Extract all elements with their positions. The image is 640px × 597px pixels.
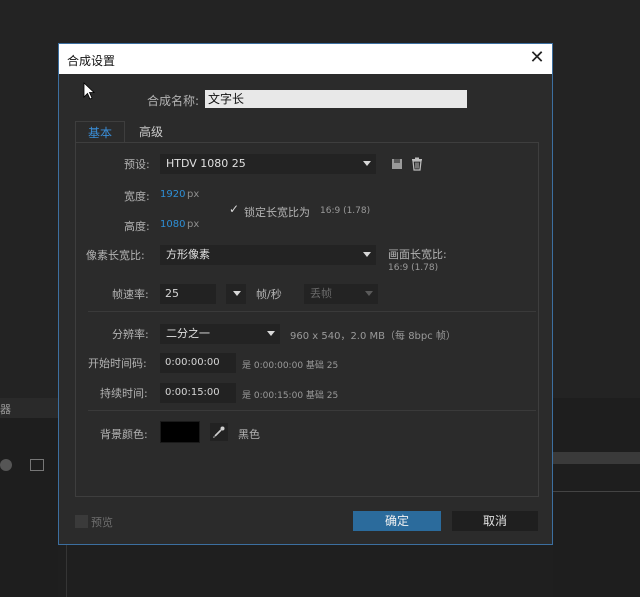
pixel-aspect-value: 方形像素 bbox=[166, 248, 210, 261]
chevron-down-icon bbox=[363, 161, 371, 166]
resolution-dropdown[interactable]: 二分之一 bbox=[160, 324, 280, 344]
separator-1 bbox=[88, 311, 536, 312]
eyedropper-button[interactable] bbox=[210, 423, 228, 441]
basic-tab-panel: 预设: HTDV 1080 25 宽度: 1920 px 高度: 1080 px… bbox=[75, 142, 539, 497]
preset-value: HTDV 1080 25 bbox=[166, 157, 246, 170]
width-unit: px bbox=[187, 189, 200, 200]
composition-name-input[interactable]: 文字长 bbox=[205, 90, 467, 108]
background-bottom-panel bbox=[58, 545, 553, 597]
lock-aspect-ratio: 16:9 (1.78) bbox=[320, 206, 371, 216]
background-panel-label: 器 bbox=[0, 403, 11, 416]
pixel-aspect-label: 像素长宽比: bbox=[86, 249, 145, 262]
duration-label: 持续时间: bbox=[100, 387, 148, 400]
mouse-cursor-icon bbox=[83, 82, 95, 100]
resolution-label: 分辨率: bbox=[112, 328, 149, 341]
background-panel-header: 器 bbox=[0, 398, 58, 418]
background-film-icon bbox=[30, 459, 44, 471]
frame-rate-dropdown[interactable] bbox=[226, 284, 246, 304]
width-label: 宽度: bbox=[124, 190, 150, 203]
background-right-panel bbox=[553, 398, 640, 597]
trash-icon[interactable] bbox=[410, 157, 424, 171]
height-unit: px bbox=[187, 219, 200, 230]
save-preset-icon[interactable] bbox=[390, 157, 404, 171]
height-label: 高度: bbox=[124, 220, 150, 233]
start-timecode-label: 开始时间码: bbox=[88, 357, 147, 370]
dialog-titlebar[interactable]: 合成设置 ✕ bbox=[59, 44, 552, 74]
tab-basic[interactable]: 基本 bbox=[75, 121, 125, 143]
bg-color-swatch[interactable] bbox=[160, 421, 200, 443]
background-right-bar bbox=[553, 452, 640, 464]
separator-2 bbox=[88, 410, 536, 411]
bg-color-name: 黑色 bbox=[238, 428, 260, 441]
background-divider bbox=[66, 545, 67, 597]
eyedropper-icon bbox=[213, 426, 225, 438]
start-timecode-info: 是 0:00:00:00 基础 25 bbox=[242, 361, 339, 371]
lock-aspect-checkbox[interactable]: ✓ bbox=[229, 202, 239, 216]
frame-aspect-value: 16:9 (1.78) bbox=[388, 263, 439, 273]
dialog-title: 合成设置 bbox=[67, 54, 116, 68]
preset-label: 预设: bbox=[124, 158, 150, 171]
pixel-aspect-dropdown[interactable]: 方形像素 bbox=[160, 245, 376, 265]
background-timeline-ruler bbox=[553, 478, 640, 492]
chevron-down-icon bbox=[365, 291, 373, 296]
bg-color-label: 背景颜色: bbox=[100, 428, 148, 441]
frame-rate-input[interactable]: 25 bbox=[160, 284, 216, 304]
preview-label: 预览 bbox=[91, 516, 113, 529]
resolution-info: 960 x 540，2.0 MB（每 8bpc 帧） bbox=[290, 331, 456, 342]
frame-rate-unit: 帧/秒 bbox=[256, 288, 282, 301]
duration-info: 是 0:00:15:00 基础 25 bbox=[242, 391, 339, 401]
chevron-down-icon bbox=[267, 331, 275, 336]
frame-rate-label: 帧速率: bbox=[112, 288, 149, 301]
composition-settings-dialog: 合成设置 ✕ 合成名称: 文字长 基本 高级 预设: HTDV 1080 25 … bbox=[58, 43, 553, 545]
chevron-down-icon bbox=[363, 252, 371, 257]
frame-aspect-label: 画面长宽比: bbox=[388, 248, 447, 261]
duration-input[interactable]: 0:00:15:00 bbox=[160, 383, 236, 403]
resolution-value: 二分之一 bbox=[166, 327, 210, 340]
preview-checkbox[interactable] bbox=[75, 515, 88, 528]
composition-name-label: 合成名称: bbox=[147, 94, 200, 108]
background-tool-icon bbox=[0, 459, 12, 471]
width-value[interactable]: 1920 bbox=[160, 189, 185, 200]
background-left-panel bbox=[0, 398, 58, 597]
drop-frame-dropdown: 丢帧 bbox=[304, 284, 378, 304]
chevron-down-icon bbox=[233, 291, 241, 296]
tab-advanced[interactable]: 高级 bbox=[127, 121, 175, 143]
start-timecode-input[interactable]: 0:00:00:00 bbox=[160, 353, 236, 373]
close-button[interactable]: ✕ bbox=[526, 48, 548, 70]
height-value[interactable]: 1080 bbox=[160, 219, 185, 230]
drop-frame-value: 丢帧 bbox=[310, 287, 332, 300]
ok-button[interactable]: 确定 bbox=[353, 511, 441, 531]
lock-aspect-label: 锁定长宽比为 bbox=[244, 206, 310, 219]
cancel-button[interactable]: 取消 bbox=[452, 511, 538, 531]
preset-dropdown[interactable]: HTDV 1080 25 bbox=[160, 154, 376, 174]
